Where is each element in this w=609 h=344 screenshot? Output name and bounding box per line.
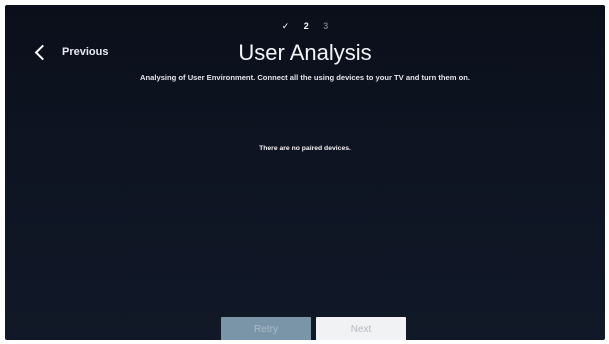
page-subtitle: Analysing of User Environment. Connect a… bbox=[140, 73, 470, 82]
next-button[interactable]: Next bbox=[316, 317, 406, 340]
step-indicator: ✓ 2 3 bbox=[5, 21, 605, 32]
check-icon: ✓ bbox=[281, 21, 290, 31]
step-current-number: 2 bbox=[303, 21, 309, 31]
empty-devices-message: There are no paired devices. bbox=[259, 145, 351, 152]
retry-button[interactable]: Retry bbox=[221, 317, 311, 340]
step-next-number: 3 bbox=[323, 21, 329, 31]
tv-setup-screen: ✓ 2 3 Previous User Analysis Analysing o… bbox=[5, 5, 605, 340]
page-title: User Analysis bbox=[238, 40, 372, 65]
